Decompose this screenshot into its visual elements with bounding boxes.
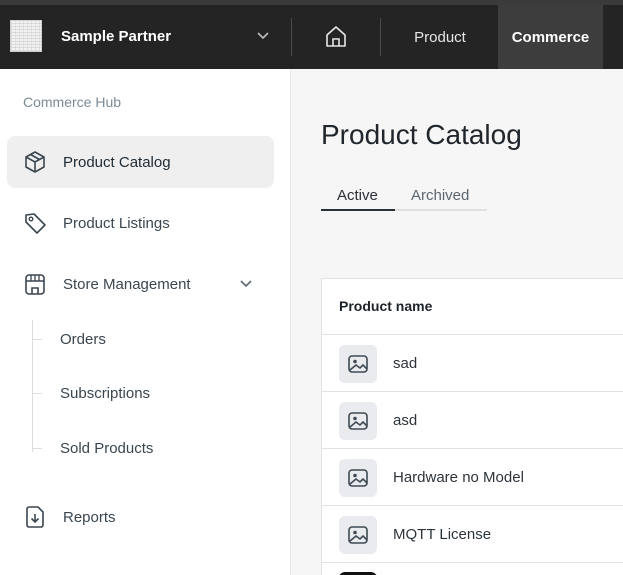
sidebar-subitem-orders[interactable]: Orders xyxy=(60,331,106,348)
image-placeholder-icon xyxy=(339,459,377,497)
chevron-down-icon[interactable] xyxy=(256,31,270,41)
product-name[interactable]: MQTT License xyxy=(393,526,491,543)
image-placeholder-icon xyxy=(339,516,377,554)
sidebar-item-label: Product Catalog xyxy=(63,153,171,171)
tree-tick xyxy=(32,448,42,449)
table-row[interactable]: asd xyxy=(322,392,623,449)
active-tab-indicator xyxy=(321,209,395,211)
sidebar-subitem-subscriptions[interactable]: Subscriptions xyxy=(60,385,150,402)
report-icon xyxy=(26,506,44,528)
image-placeholder-icon xyxy=(339,345,377,383)
sidebar-item-reports[interactable]: Reports xyxy=(7,491,274,543)
tab-archived[interactable]: Archived xyxy=(411,187,469,204)
table-row[interactable]: sad xyxy=(322,335,623,392)
product-name[interactable]: Hardware no Model xyxy=(393,469,524,486)
product-name[interactable]: asd xyxy=(393,412,417,429)
sidebar-item-label: Product Listings xyxy=(63,214,170,232)
sidebar: Commerce Hub Product Catalog Product Lis… xyxy=(0,69,291,575)
tab-active[interactable]: Active xyxy=(337,187,378,204)
page-title: Product Catalog xyxy=(321,119,522,150)
column-header-product-name[interactable]: Product name xyxy=(339,298,432,314)
sidebar-subitem-sold-products[interactable]: Sold Products xyxy=(60,440,153,457)
image-placeholder-icon xyxy=(339,402,377,440)
nav-tab-commerce[interactable]: Commerce xyxy=(498,5,603,73)
divider xyxy=(380,18,381,56)
tag-icon xyxy=(25,213,46,234)
nav-tab-product[interactable]: Product xyxy=(398,5,482,69)
product-name[interactable]: sad xyxy=(393,355,417,372)
product-table: Product name sad asd Hardware no Model M xyxy=(321,278,623,575)
table-header: Product name xyxy=(322,279,623,335)
sidebar-title: Commerce Hub xyxy=(23,94,122,110)
store-icon xyxy=(25,274,45,295)
divider xyxy=(291,18,292,56)
sidebar-item-label: Reports xyxy=(63,508,116,526)
sidebar-item-product-catalog[interactable]: Product Catalog xyxy=(7,136,274,188)
top-bar: Sample Partner Product Commerce xyxy=(0,0,623,73)
tree-tick xyxy=(32,339,42,340)
chevron-down-icon[interactable] xyxy=(239,279,253,289)
sidebar-item-store-management[interactable]: Store Management xyxy=(7,258,274,310)
main-content: Product Catalog Active Archived Product … xyxy=(291,69,623,575)
sidebar-item-product-listings[interactable]: Product Listings xyxy=(7,197,274,249)
box-icon xyxy=(25,151,45,173)
table-row[interactable]: Hardware no Model xyxy=(322,449,623,506)
tree-tick xyxy=(32,393,42,394)
tabs: Active Archived xyxy=(321,184,487,211)
partner-name[interactable]: Sample Partner xyxy=(61,28,171,45)
table-row[interactable]: MQTT License xyxy=(322,506,623,563)
home-icon[interactable] xyxy=(323,23,349,49)
partner-logo[interactable] xyxy=(10,20,42,52)
sidebar-item-label: Store Management xyxy=(63,275,191,293)
